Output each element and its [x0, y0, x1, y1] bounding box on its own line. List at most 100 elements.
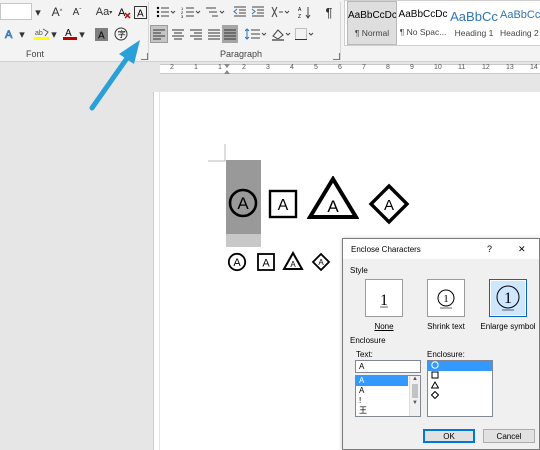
ruler-number: 2 — [242, 64, 246, 71]
ruler-number: 12 — [482, 64, 490, 71]
glyph-letter: A — [384, 197, 394, 214]
enclosed-char-diamond-large[interactable]: A — [368, 183, 410, 225]
style-option-enlarge-symbol[interactable]: 1 — [489, 279, 527, 317]
ruler-number: 11 — [458, 64, 466, 71]
numbering-icon[interactable]: 123 — [180, 3, 202, 21]
style-name: ¶ No Spac... — [399, 27, 447, 37]
font-size-input[interactable] — [0, 3, 32, 20]
scroll-up-icon[interactable]: ▲ — [410, 376, 420, 382]
glyph-letter: A — [327, 197, 339, 216]
ruler-number: 14 — [530, 64, 538, 71]
font-color-dropdown-icon[interactable]: ▾ — [78, 25, 86, 43]
help-button[interactable]: ? — [487, 244, 492, 254]
ruler-number: 8 — [386, 64, 390, 71]
margin-corner-mark — [208, 144, 226, 162]
enclosure-section-label: Enclosure — [350, 336, 386, 345]
ruler-number: 1 — [194, 64, 198, 71]
ok-button[interactable]: OK — [423, 429, 475, 443]
style-option-none[interactable]: 1 — [365, 279, 403, 317]
style-sample: 1 — [443, 293, 449, 305]
annotation-arrow-icon — [89, 40, 140, 111]
enclosure-listbox[interactable] — [427, 360, 493, 417]
ruler-number: 5 — [314, 64, 318, 71]
enclosure-item-square[interactable] — [428, 371, 492, 381]
clear-formatting-icon[interactable]: A — [116, 3, 132, 21]
style-heading-2[interactable]: AaBbCc Heading 2 — [500, 1, 540, 45]
circle-shape-icon — [431, 361, 439, 369]
svg-text:A: A — [118, 7, 126, 19]
justify-button[interactable] — [206, 25, 222, 43]
bullets-icon[interactable] — [155, 3, 177, 21]
enclosure-item-circle[interactable] — [428, 361, 492, 371]
borders-icon[interactable] — [294, 25, 316, 43]
text-effects-dropdown-icon[interactable]: ▾ — [18, 25, 26, 43]
character-border-icon[interactable]: A — [133, 3, 147, 21]
ruler-number: 3 — [266, 64, 270, 71]
enclosed-char-square-small[interactable]: A — [256, 252, 276, 272]
enclosed-char-circle-small[interactable]: A — [227, 252, 247, 272]
highlight-color-icon[interactable]: ab — [34, 25, 50, 43]
shrink-font-button[interactable]: Aˇ — [68, 3, 86, 21]
ruler-number: 1 — [218, 64, 222, 71]
style-option-label: Shrink text — [427, 322, 465, 331]
shading-icon[interactable] — [270, 25, 292, 43]
enclosed-char-triangle-small[interactable]: A — [282, 251, 304, 271]
style-preview: AaBbCcDc — [348, 10, 396, 21]
enclosure-item-triangle[interactable] — [428, 381, 492, 391]
shrink-font-label: A — [72, 6, 80, 18]
enclosure-item-diamond[interactable] — [428, 390, 492, 401]
ruler-number: 10 — [434, 64, 442, 71]
font-size-dropdown-icon[interactable]: ▾ — [33, 3, 43, 21]
grow-font-button[interactable]: A ^ — [48, 3, 66, 21]
distributed-button[interactable] — [222, 25, 238, 43]
font-color-button[interactable]: A — [62, 25, 78, 43]
style-normal[interactable]: AaBbCcDc ¶ Normal — [347, 1, 397, 45]
enclose-characters-dialog: Enclose Characters ? ✕ Style 1 1 1 None … — [342, 238, 540, 450]
multilevel-list-icon[interactable] — [204, 3, 226, 21]
style-sample: 1 — [504, 290, 512, 307]
scroll-thumb[interactable] — [412, 384, 418, 398]
glyph-letter: A — [290, 260, 296, 269]
line-spacing-icon[interactable] — [244, 25, 268, 43]
text-input[interactable]: A — [355, 360, 421, 373]
enclosed-char-diamond-small[interactable]: A — [311, 252, 331, 272]
sort-icon[interactable]: AZ — [297, 3, 313, 21]
style-no-spacing[interactable]: AaBbCcDc ¶ No Spac... — [398, 1, 448, 45]
show-formatting-button[interactable]: ¶ — [322, 3, 336, 21]
list-item[interactable]: A — [356, 376, 408, 386]
enclosed-char-square-large[interactable]: A — [268, 189, 298, 219]
style-name: Heading 2 — [500, 28, 539, 38]
close-icon[interactable]: ✕ — [518, 244, 526, 255]
selection-highlight-line — [226, 234, 261, 247]
text-listbox[interactable]: A A ! 王 ▲ ▼ — [355, 375, 421, 417]
scroll-down-icon[interactable]: ▼ — [410, 400, 420, 406]
enclosed-char-triangle-large[interactable]: A — [307, 176, 359, 220]
glyph-letter: A — [233, 257, 241, 269]
enclosed-char-circle-large[interactable]: A — [227, 187, 259, 219]
style-option-shrink-text[interactable]: 1 — [427, 279, 465, 317]
glyph-letter: A — [278, 197, 289, 214]
cancel-button[interactable]: Cancel — [483, 429, 535, 443]
dialog-title: Enclose Characters — [351, 245, 421, 254]
align-center-button[interactable] — [170, 25, 186, 43]
svg-text:Z: Z — [298, 14, 301, 19]
ruler-number: 13 — [506, 64, 514, 71]
change-case-label: Aa — [95, 6, 110, 18]
align-right-button[interactable] — [188, 25, 204, 43]
highlight-dropdown-icon[interactable]: ▾ — [50, 25, 58, 43]
increase-indent-icon[interactable] — [250, 3, 266, 21]
asian-layout-icon[interactable] — [270, 3, 292, 21]
triangle-shape-icon — [430, 381, 440, 389]
style-option-label: Enlarge symbol — [480, 322, 536, 331]
svg-text:ab: ab — [35, 30, 43, 37]
vertical-ruler — [153, 92, 159, 450]
paragraph-dialog-launcher-icon[interactable] — [333, 53, 340, 60]
change-case-button[interactable]: Aa ▾ — [93, 3, 115, 21]
text-effects-icon[interactable]: A — [2, 25, 18, 43]
font-group-label: Font — [26, 49, 45, 59]
align-left-button[interactable] — [150, 25, 168, 43]
scrollbar[interactable]: ▲ ▼ — [409, 376, 420, 416]
grow-font-label: A — [51, 5, 60, 19]
decrease-indent-icon[interactable] — [232, 3, 248, 21]
style-heading-1[interactable]: AaBbCc Heading 1 — [449, 1, 499, 45]
